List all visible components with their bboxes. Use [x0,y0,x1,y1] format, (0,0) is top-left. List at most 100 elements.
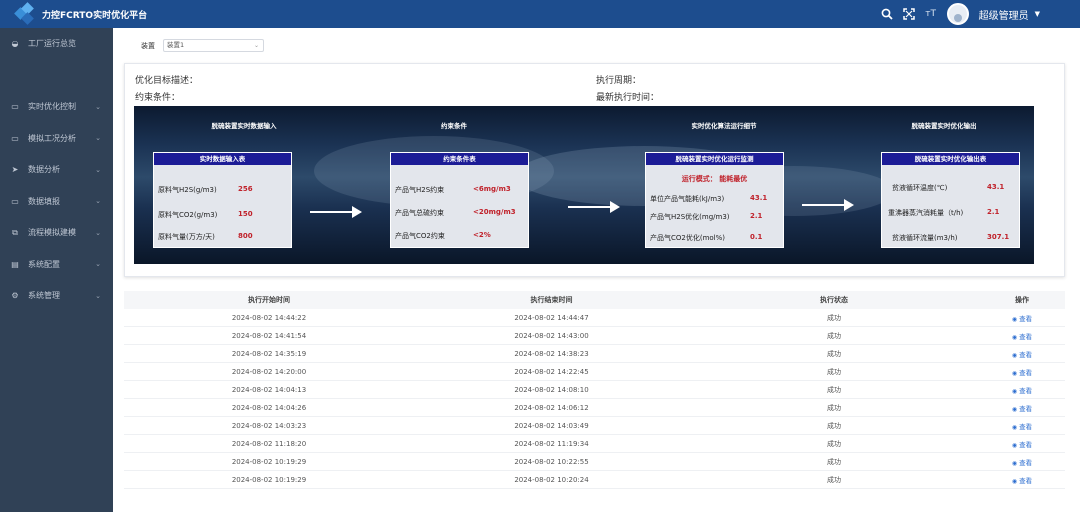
sidebar-item-scenario-analysis[interactable]: ▭ 模拟工况分析 ⌄ [0,123,113,155]
sidebar-item-label: 数据分析 [28,165,60,175]
action-cell: ◉ 查看 [979,331,1065,341]
run-mode: 运行模式： 能耗最优 [681,175,748,183]
sidebar-item-rto-control[interactable]: ▭ 实时优化控制 ⌄ [0,91,113,123]
sidebar-item-label: 系统配置 [28,259,60,269]
view-link[interactable]: ◉ 查看 [1012,387,1032,395]
sidebar-item-plant-overview[interactable]: ◒ 工厂运行总览 [0,28,113,60]
column-header: 操作 [1015,296,1029,304]
panel-title: 脱硫装置实时优化输出表 [882,153,1019,165]
device-select-value: 装置1 [167,41,185,49]
view-link[interactable]: ◉ 查看 [1012,405,1032,413]
status-cell: 成功 [827,331,841,340]
sidebar-item-label: 工厂运行总览 [28,39,76,49]
panel-row: 产品气CO2优化(mol%) 0.1 [650,233,763,242]
table-row: 2024-08-02 10:19:29 2024-08-02 10:22:55 成功… [124,453,1065,471]
panel-title: 实时数据输入表 [154,153,291,165]
end-time-cell: 2024-08-02 14:38:23 [514,349,589,358]
end-time-cell: 2024-08-02 11:19:34 [514,439,589,448]
document-icon: ▤ [11,259,19,269]
view-link[interactable]: ◉ 查看 [1012,315,1032,323]
view-link[interactable]: ◉ 查看 [1012,333,1032,341]
eye-icon: ◉ [1011,315,1018,323]
external-icon: ⧉ [12,227,18,237]
panel-row: 重沸器蒸汽消耗量（t/h) 2.1 [888,208,1000,217]
view-link[interactable]: ◉ 查看 [1012,369,1032,377]
sidebar-item-label: 流程模拟建模 [28,228,76,238]
avatar[interactable] [946,3,969,25]
action-cell: ◉ 查看 [979,349,1065,359]
constraints-panel: 约束条件表 产品气H2S约束 <6mg/m3 产品气总硫约束 <20mg/m3 … [390,152,529,248]
start-time-cell: 2024-08-02 14:35:19 [231,349,307,358]
table-row: 2024-08-02 14:41:54 2024-08-02 14:43:00 成功… [124,327,1065,345]
view-link[interactable]: ◉ 查看 [1012,459,1032,467]
search-icon[interactable] [881,8,893,20]
chevron-down-icon[interactable]: ▼ [1035,10,1040,18]
device-filter: 装置 装置1 ⌄ [141,39,264,52]
sidebar-item-active[interactable] [0,60,113,92]
panel-row: 产品气CO2约束 <2% [395,231,491,240]
chevron-down-icon: ⌄ [95,260,101,269]
start-time-cell: 2024-08-02 14:04:13 [231,385,307,394]
start-time-cell: 2024-08-02 14:44:22 [231,313,307,322]
fullscreen-icon[interactable] [902,8,915,20]
view-link[interactable]: ◉ 查看 [1012,351,1032,359]
view-link[interactable]: ◉ 查看 [1012,423,1032,431]
process-diagram: 脱硫装置实时数据输入 约束条件 实时优化算法运行细节 脱硫装置实时优化输出 实时… [134,106,1034,264]
start-time-cell: 2024-08-02 14:41:54 [231,331,307,340]
device-select[interactable]: 装置1 ⌄ [163,39,264,52]
user-name[interactable]: 超级管理员 [979,7,1029,22]
table-row: 2024-08-02 14:03:23 2024-08-02 14:03:49 成功… [124,417,1065,435]
action-cell: ◉ 查看 [979,403,1065,413]
flow-arrow [802,199,854,211]
start-time-cell: 2024-08-02 14:04:26 [231,403,307,412]
table-row: 2024-08-02 10:19:29 2024-08-02 10:20:24 成功… [124,471,1065,489]
stage-title: 实时优化算法运行细节 [691,122,757,130]
eye-icon: ◉ [1011,477,1018,485]
table-row: 2024-08-02 14:35:19 2024-08-02 14:38:23 成功… [124,345,1065,363]
constraint-label: 约束条件： [135,93,181,103]
chevron-down-icon: ⌄ [95,134,101,143]
top-header: 力控FCRTO实时优化平台 ᴛT 超级管理员 ▼ [0,0,1080,28]
output-panel: 脱硫装置实时优化输出表 贫液循环温度(℃) 43.1 重沸器蒸汽消耗量（t/h)… [881,152,1020,248]
action-cell: ◉ 查看 [979,385,1065,395]
gear-icon: ⚙ [11,291,19,301]
panel-row: 贫液循环流量(m3/h) 307.1 [892,233,1010,242]
table-row: 2024-08-02 14:04:13 2024-08-02 14:08:10 成功… [124,381,1065,399]
status-cell: 成功 [827,439,841,448]
panel-row: 产品气H2S约束 <6mg/m3 [395,185,511,194]
end-time-cell: 2024-08-02 14:22:45 [514,367,589,376]
view-link[interactable]: ◉ 查看 [1012,441,1032,449]
monitor-icon: ▭ [11,133,19,143]
font-size-icon[interactable]: ᴛT [925,8,937,20]
eye-icon: ◉ [1011,405,1018,413]
panel-title: 约束条件表 [391,153,528,165]
panel-row: 贫液循环温度(℃) 43.1 [892,183,1005,192]
status-cell: 成功 [827,385,841,394]
sidebar-item-label: 模拟工况分析 [28,133,76,143]
sidebar-item-data-entry[interactable]: ▭ 数据填报 ⌄ [0,186,113,218]
panel-row: 产品气H2S优化(mg/m3) 2.1 [650,212,763,221]
end-time-cell: 2024-08-02 14:03:49 [514,421,589,430]
end-time-cell: 2024-08-02 14:08:10 [514,385,589,394]
eye-icon: ◉ [1011,333,1018,341]
execution-history-table: 执行开始时间 执行结束时间 执行状态 操作 2024-08-02 14:44:2… [124,291,1065,489]
view-link[interactable]: ◉ 查看 [1012,477,1032,485]
optimization-card: 优化目标描述： 约束条件： 执行周期： 最新执行时间： 脱硫装置实时数据输入 约… [124,63,1065,277]
eye-icon: ◉ [1011,387,1018,395]
app-logo [14,2,40,25]
sidebar-item-data-analysis[interactable]: ➤ 数据分析 ⌄ [0,154,113,186]
device-filter-label: 装置 [141,41,155,50]
column-header: 执行状态 [820,296,848,304]
sidebar-item-system-config[interactable]: ▤ 系统配置 ⌄ [0,249,113,281]
input-data-panel: 实时数据输入表 原料气H2S(g/m3) 256 原料气CO2(g/m3) 15… [153,152,292,248]
flow-arrow [310,206,362,218]
start-time-cell: 2024-08-02 10:19:29 [231,475,307,484]
sidebar-item-process-modeling[interactable]: ⧉ 流程模拟建模 ⌄ [0,217,113,249]
status-cell: 成功 [827,403,841,412]
status-cell: 成功 [827,421,841,430]
sidebar-item-system-management[interactable]: ⚙ 系统管理 ⌄ [0,280,113,312]
panel-row: 原料气CO2(g/m3) 150 [158,210,253,219]
rto-monitor-panel: 脱硫装置实时优化运行监测 运行模式： 能耗最优 单位产品气能耗(kJ/m3) 4… [645,152,784,248]
latest-time-label: 最新执行时间： [596,93,660,103]
objective-label: 优化目标描述： [135,76,199,86]
